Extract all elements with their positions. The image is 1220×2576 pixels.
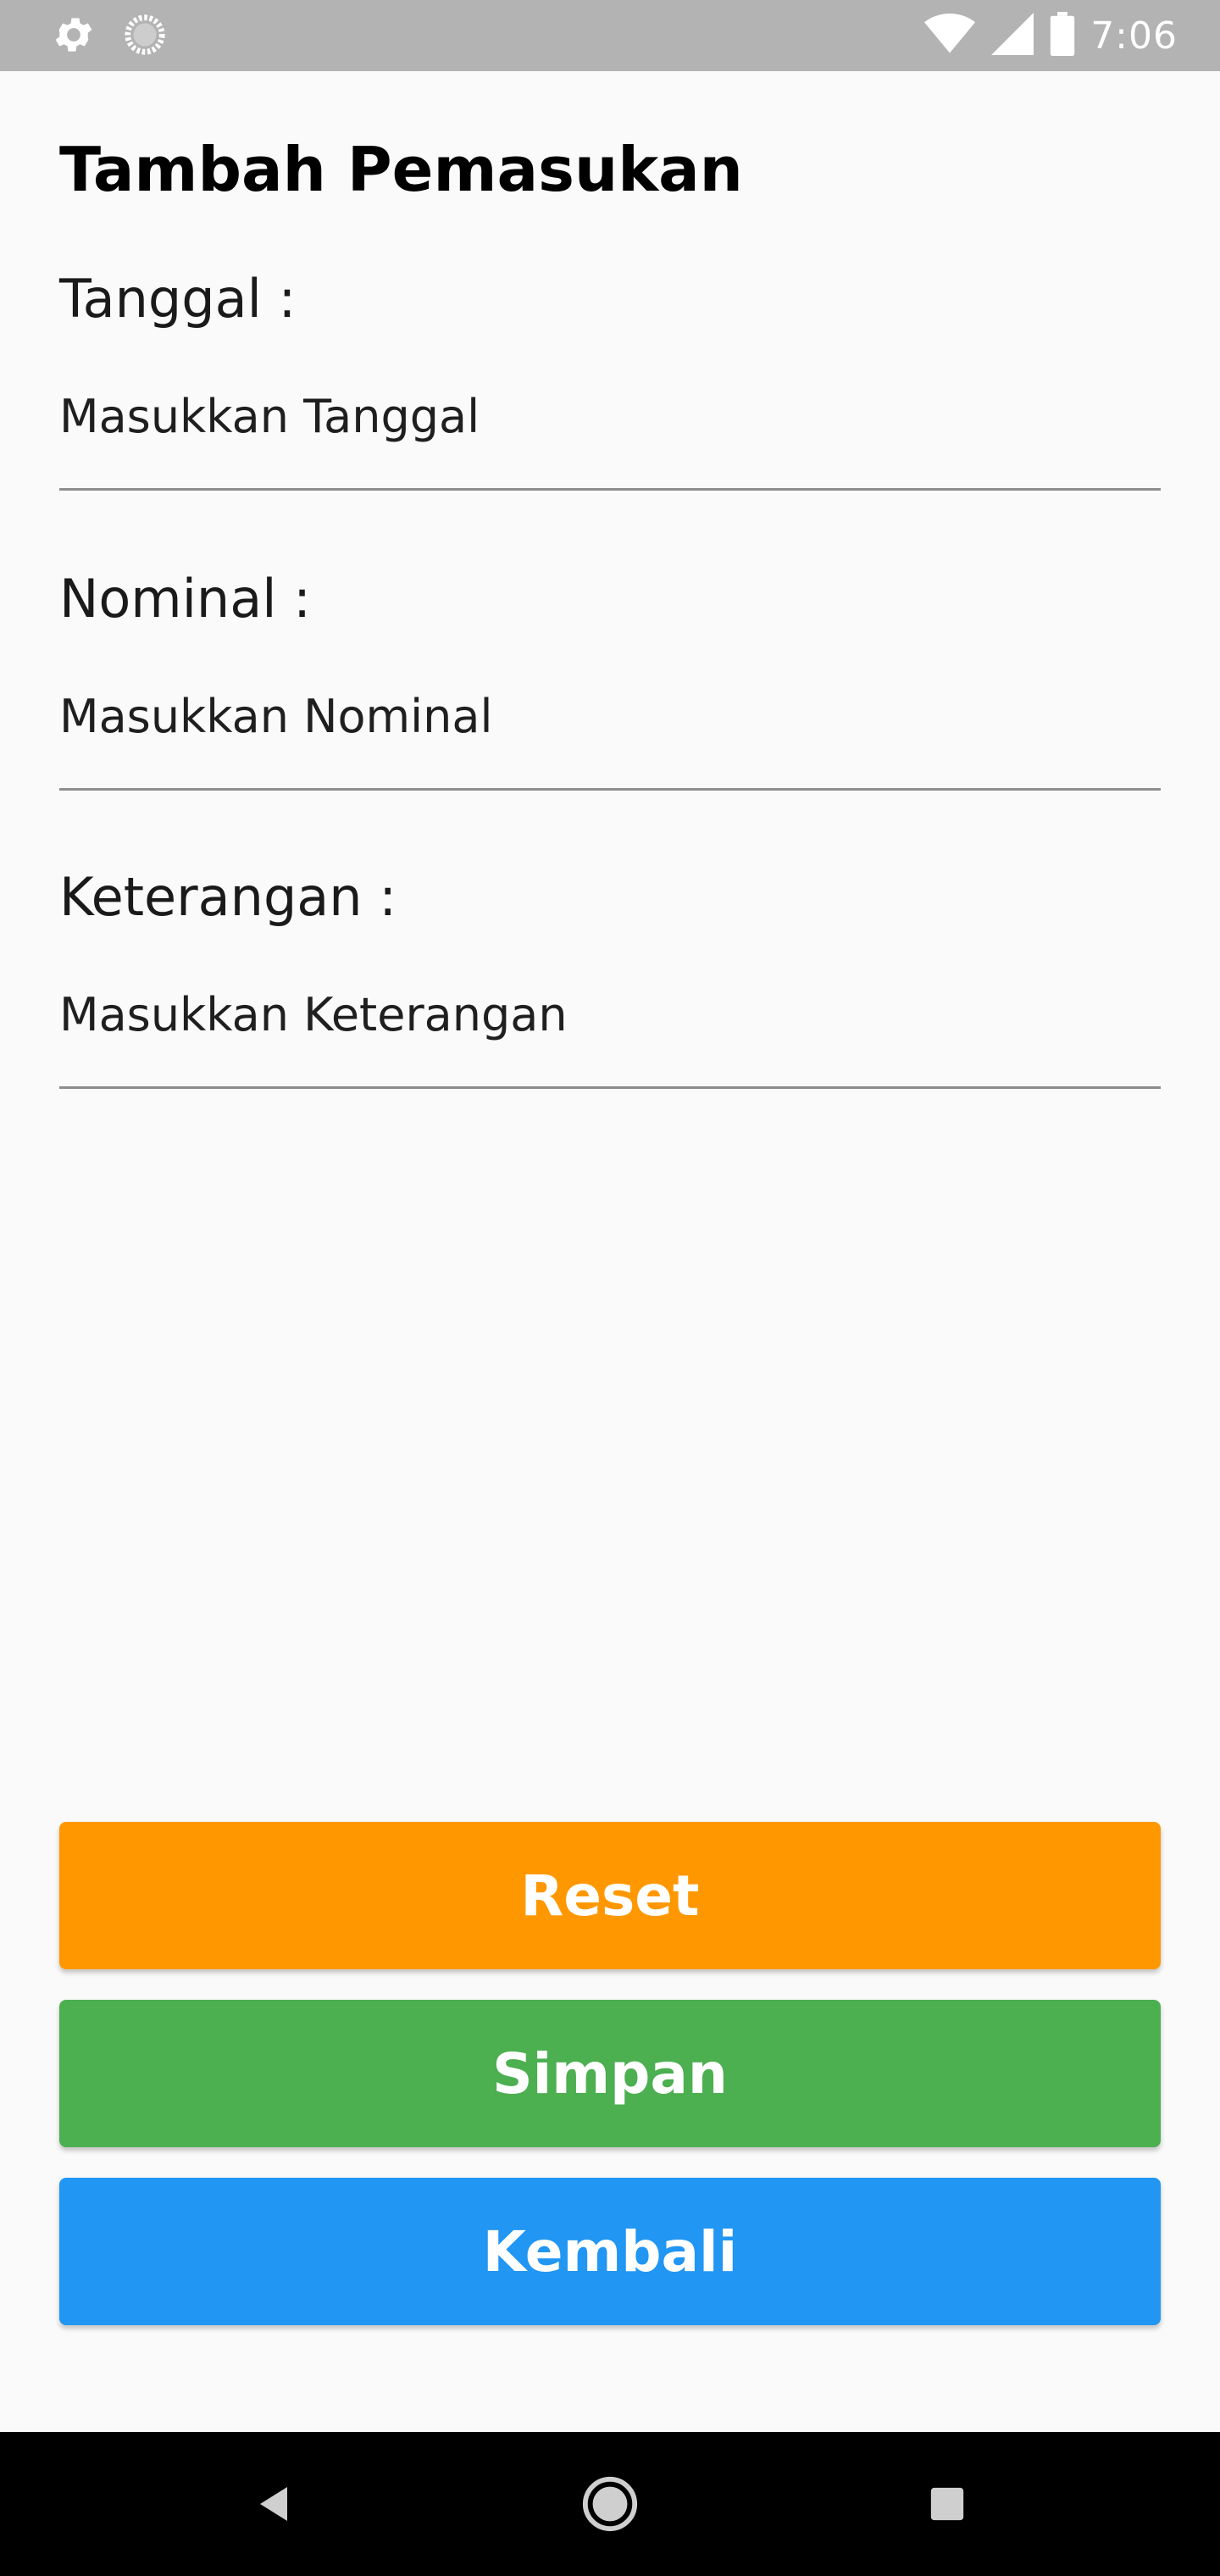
settings-icon — [51, 12, 97, 61]
loading-icon — [122, 12, 168, 61]
tanggal-input[interactable] — [59, 378, 1161, 491]
kembali-button[interactable]: Kembali — [59, 2178, 1161, 2325]
tanggal-label: Tanggal : — [59, 268, 297, 330]
status-bar: 7:06 — [0, 0, 1220, 71]
nominal-label: Nominal : — [59, 568, 312, 630]
back-icon[interactable] — [237, 2466, 313, 2542]
keterangan-field: Keterangan : — [59, 866, 1161, 1089]
reset-button[interactable]: Reset — [59, 1822, 1161, 1969]
status-left-icons — [51, 12, 168, 61]
status-time: 7:06 — [1090, 14, 1178, 58]
page-title: Tambah Pemasukan — [59, 134, 743, 205]
signal-icon — [990, 13, 1034, 58]
tanggal-field: Tanggal : — [59, 268, 1161, 491]
recents-icon[interactable] — [909, 2466, 985, 2542]
wifi-icon — [924, 13, 976, 58]
simpan-button[interactable]: Simpan — [59, 2000, 1161, 2147]
battery-icon — [1050, 12, 1075, 59]
navigation-bar — [0, 2432, 1220, 2576]
status-right-icons: 7:06 — [924, 8, 1178, 63]
keterangan-label: Keterangan : — [59, 866, 397, 928]
keterangan-input[interactable] — [59, 976, 1161, 1089]
nominal-input[interactable] — [59, 678, 1161, 791]
nominal-field: Nominal : — [59, 568, 1161, 791]
home-icon[interactable] — [572, 2466, 648, 2542]
